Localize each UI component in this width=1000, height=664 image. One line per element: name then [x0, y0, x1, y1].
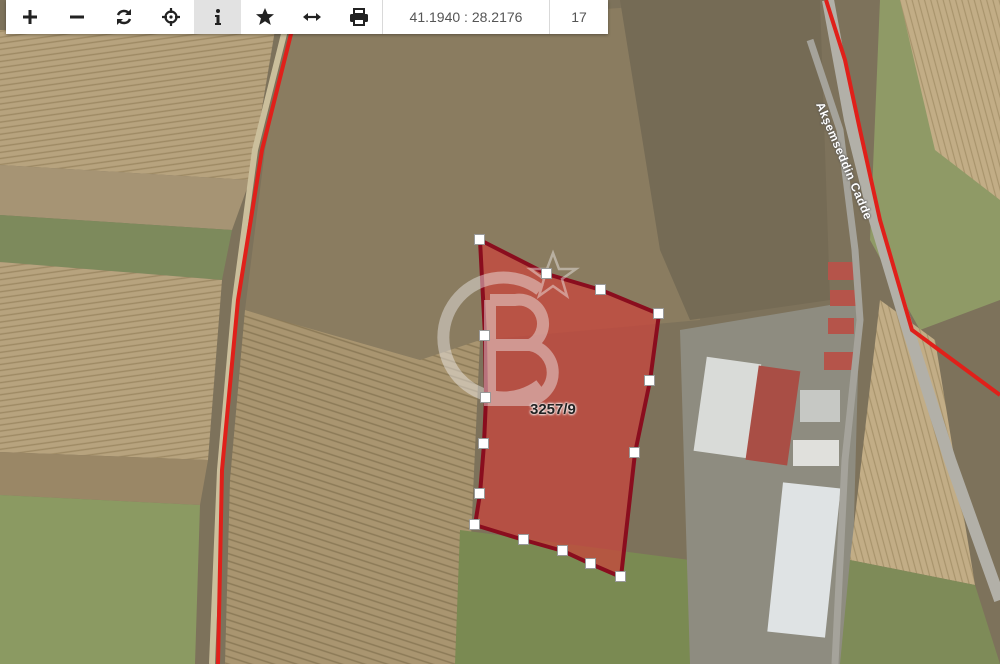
building — [828, 318, 854, 334]
vertex-handle[interactable] — [644, 375, 655, 386]
coordinates-display: 41.1940 : 28.2176 — [382, 0, 549, 34]
refresh-icon — [116, 9, 131, 25]
field — [0, 262, 222, 460]
refresh-button[interactable] — [100, 0, 147, 34]
vertex-handle[interactable] — [653, 308, 664, 319]
minus-icon — [69, 15, 84, 19]
zoom-in-button[interactable] — [6, 0, 53, 34]
star-icon — [255, 8, 274, 25]
vertex-handle[interactable] — [541, 268, 552, 279]
print-button[interactable] — [335, 0, 382, 34]
zoom-out-button[interactable] — [53, 0, 100, 34]
vertex-handle[interactable] — [615, 571, 626, 582]
vertex-handle[interactable] — [469, 519, 480, 530]
locate-button[interactable] — [147, 0, 194, 34]
crosshair-icon — [161, 8, 180, 26]
vertex-handle[interactable] — [474, 488, 485, 499]
vertex-handle[interactable] — [474, 234, 485, 245]
arrows-horizontal-icon — [302, 13, 321, 21]
info-button[interactable] — [194, 0, 241, 34]
map-toolbar: 41.1940 : 28.2176 17 — [6, 0, 608, 34]
vertex-handle[interactable] — [479, 330, 490, 341]
zoom-level-display: 17 — [549, 0, 608, 34]
plus-icon — [22, 10, 37, 24]
map-canvas[interactable] — [0, 0, 1000, 664]
vertex-handle[interactable] — [557, 545, 568, 556]
building — [800, 390, 840, 422]
measure-button[interactable] — [288, 0, 335, 34]
building — [793, 440, 839, 466]
vertex-handle[interactable] — [478, 438, 489, 449]
vertex-handle[interactable] — [585, 558, 596, 569]
field — [0, 30, 275, 180]
parcel-label: 3257/9 — [530, 401, 576, 418]
field — [0, 495, 200, 664]
building — [824, 352, 854, 370]
printer-icon — [349, 8, 368, 26]
vertex-handle[interactable] — [595, 284, 606, 295]
building — [830, 290, 856, 306]
vertex-handle[interactable] — [518, 534, 529, 545]
vertex-handle[interactable] — [480, 392, 491, 403]
info-icon — [214, 9, 221, 25]
favorite-button[interactable] — [241, 0, 288, 34]
vertex-handle[interactable] — [629, 447, 640, 458]
